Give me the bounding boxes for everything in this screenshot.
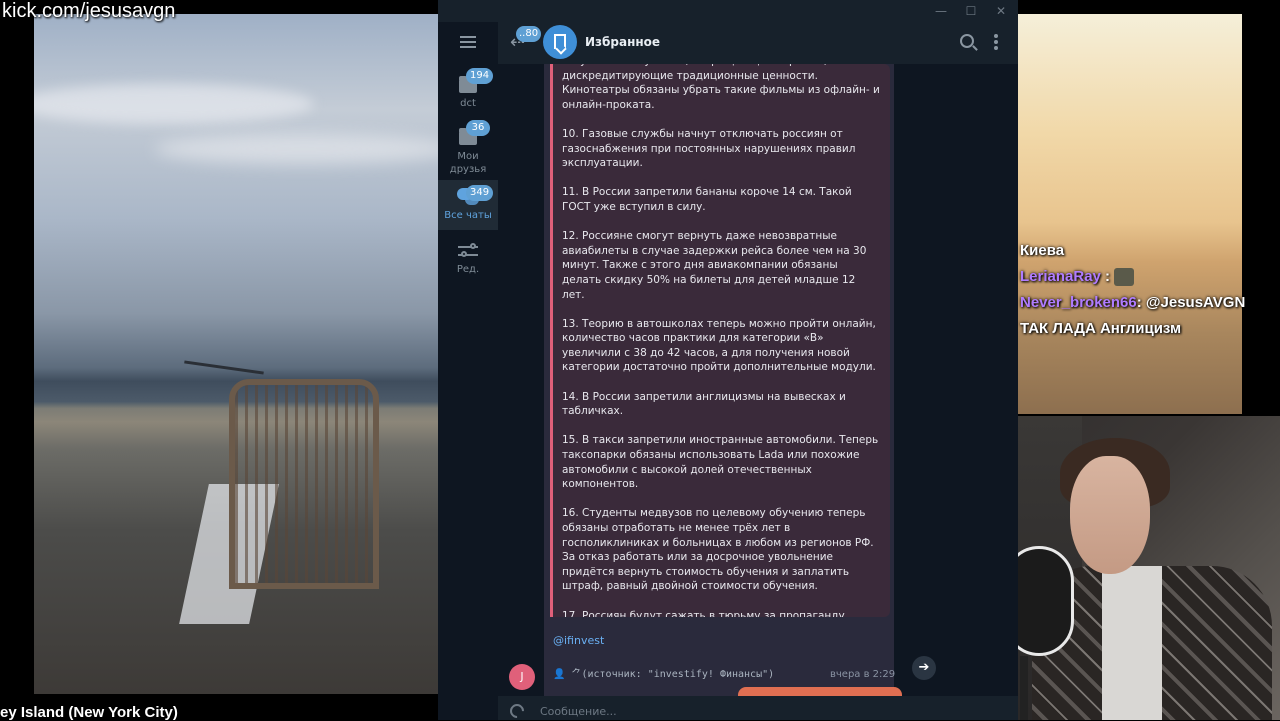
message-list[interactable]: вступает в силу закон, запрещающий карти… (498, 64, 1018, 696)
streamer-face (1070, 456, 1150, 574)
quote-text: вступает в силу закон, запрещающий карти… (553, 64, 890, 617)
cloud (34, 84, 314, 124)
chat-message: Киева (1020, 238, 1260, 264)
emote-icon (1114, 268, 1135, 287)
paragraph: 10. Газовые службы начнут отключать росс… (562, 127, 856, 170)
bookmark-icon (554, 34, 566, 49)
folder-label: dct (460, 98, 476, 109)
chat-text: ТАК ЛАДА Англицизм (1020, 320, 1182, 337)
folder-all-chats[interactable]: 349 Все чаты (438, 180, 498, 230)
chat-header: ⇠ ..80 Избранное (498, 22, 1018, 64)
message-input[interactable]: Сообщение... (540, 705, 617, 718)
sender-avatar[interactable]: J (509, 664, 535, 690)
channel-link[interactable]: @ifinvest (553, 634, 604, 647)
unread-badge: 349 (466, 185, 494, 201)
paragraph: 12. Россияне смогут вернуть даже невозвр… (562, 230, 867, 301)
unread-badge: 36 (466, 120, 490, 136)
coney-island-video (34, 14, 440, 694)
folder-label: Все чаты (444, 210, 492, 221)
folder-label: Мои друзья (449, 151, 487, 175)
paragraph: 15. В такси запретили иностранные автомо… (562, 434, 879, 491)
folder-dct[interactable]: 194 dct (438, 68, 498, 122)
menu-icon[interactable] (460, 36, 476, 48)
forward-icon[interactable]: ➔ (912, 656, 936, 680)
source-attribution: 👤 ⺈(источник: "investify! Финансы") (553, 669, 775, 680)
folder-my-friends[interactable]: 36 Мои друзья (438, 120, 498, 180)
paragraph: 13. Теорию в автошколах теперь можно про… (562, 317, 876, 374)
close-button[interactable]: ✕ (992, 2, 1010, 20)
back-unread-badge: ..80 (516, 26, 542, 42)
cloud (154, 134, 440, 164)
sliders-icon (458, 242, 478, 260)
chat-username: LerianaRay (1020, 268, 1101, 285)
stream-watermark: kick.com/jesusavgn (2, 0, 176, 22)
quoted-post: вступает в силу закон, запрещающий карти… (550, 64, 890, 617)
chat-message: Never_broken66: @JesusAVGN (1020, 290, 1260, 316)
chat-title[interactable]: Избранное (585, 35, 660, 49)
paragraph: 17. Россиян будут сажать в тюрьму за про… (562, 609, 845, 617)
paragraph: 14. В России запретили англицизмы на выв… (562, 390, 846, 418)
saved-messages-avatar[interactable] (543, 25, 577, 59)
message-timestamp: вчера в 2:29 (830, 669, 896, 680)
window-titlebar: — ☐ ✕ (438, 0, 1018, 22)
telegram-window: — ☐ ✕ 194 dct 36 Мои друзья 349 Все чаты… (438, 0, 1018, 720)
folder-edit[interactable]: Ред. (438, 242, 498, 282)
message-composer: Сообщение... (498, 696, 1018, 720)
pier (184, 360, 264, 375)
mic-arm (1020, 656, 1028, 720)
chat-message: LerianaRay : (1020, 264, 1260, 290)
minimize-button[interactable]: — (932, 2, 950, 20)
search-icon[interactable] (960, 34, 974, 48)
chat-message: ТАК ЛАДА Англицизм (1020, 316, 1260, 342)
roller-coaster (229, 379, 379, 589)
stream-chat-overlay: Киева LerianaRay : Never_broken66: @Jesu… (1020, 238, 1260, 342)
sunset-video (1018, 14, 1242, 414)
chat-text: : (1100, 268, 1111, 285)
paragraph: вступает в силу закон, запрещающий карти… (562, 64, 880, 111)
more-options-icon[interactable] (994, 34, 998, 50)
folder-sidebar: 194 dct 36 Мои друзья 349 Все чаты Ред. (438, 22, 498, 720)
next-message-bubble[interactable] (738, 687, 902, 696)
attach-icon[interactable] (507, 701, 527, 720)
paragraph: 16. Студенты медвузов по целевому обучен… (562, 507, 874, 593)
video-caption: ey Island (New York City) (0, 704, 178, 721)
unread-badge: 194 (466, 68, 494, 84)
chat-text: : @JesusAVGN (1136, 294, 1246, 311)
chat-username: Never_broken66 (1020, 294, 1137, 311)
white-tshirt (1102, 566, 1162, 720)
paragraph: 11. В России запретили бананы короче 14 … (562, 186, 852, 213)
folder-label: Ред. (456, 264, 480, 275)
chat-text: Киева (1020, 242, 1065, 259)
maximize-button[interactable]: ☐ (962, 2, 980, 20)
